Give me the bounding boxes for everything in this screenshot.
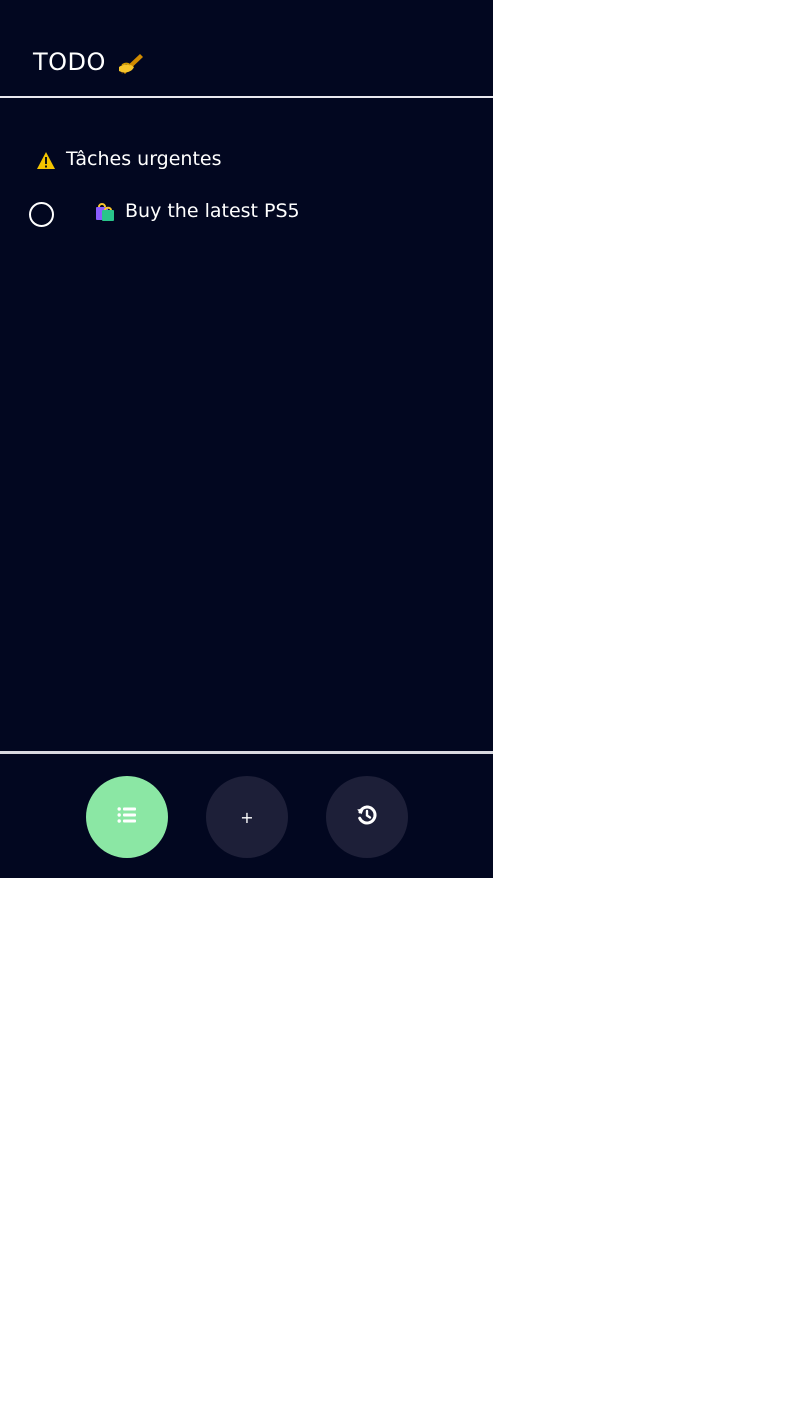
list-icon <box>117 806 137 828</box>
task-label: Buy the latest PS5 <box>125 200 300 222</box>
page-title: TODO <box>33 44 146 80</box>
shopping-bags-icon <box>94 200 116 222</box>
task-item: Buy the latest PS5 <box>29 193 469 229</box>
urgent-tasks-title: Tâches urgentes <box>66 148 222 170</box>
add-task-button[interactable]: + <box>206 776 288 858</box>
task-list-button[interactable] <box>86 776 168 858</box>
history-icon <box>356 804 378 830</box>
app-header: TODO <box>0 0 493 98</box>
todo-app: TODO Tâches urgentes Buy the latest PS5 … <box>0 0 493 878</box>
writing-hand-icon <box>116 47 146 77</box>
bottom-navigation: + <box>0 751 493 878</box>
warning-icon <box>36 150 56 169</box>
page-title-text: TODO <box>33 48 106 76</box>
history-button[interactable] <box>326 776 408 858</box>
plus-icon: + <box>240 807 254 827</box>
task-complete-checkbox[interactable] <box>29 201 54 227</box>
urgent-tasks-heading: Tâches urgentes <box>36 145 222 173</box>
